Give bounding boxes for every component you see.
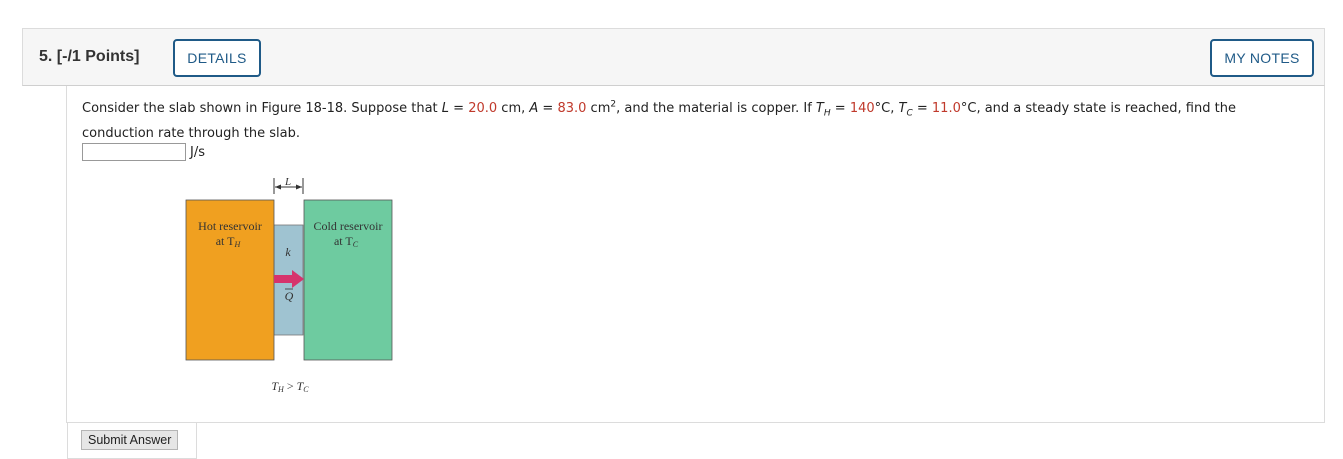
equals-sign: = (912, 101, 932, 116)
heat-flow-arrow-shaft (274, 275, 294, 283)
submit-answer-button[interactable]: Submit Answer (81, 430, 179, 450)
area-value: 83.0 (557, 101, 587, 116)
question-number: 5. (39, 48, 53, 65)
relation-operator: > (284, 379, 297, 393)
area-unit: cm (586, 101, 611, 116)
variable-th: T (815, 101, 824, 116)
cold-reservoir-temp-sub: C (353, 240, 359, 249)
l-arrow-left (275, 184, 281, 190)
slab-diagram: L Hot reservoir at TH Cold reservoir at … (185, 176, 393, 394)
details-button[interactable]: DETAILS (173, 39, 261, 77)
slab-figure: L Hot reservoir at TH Cold reservoir at … (180, 172, 410, 408)
question-text-part: , and the material is copper. If (616, 101, 816, 116)
question-text-part: Consider the slab shown in Figure 18-18.… (82, 101, 442, 116)
hot-temp-unit: °C, (874, 101, 899, 116)
answer-input[interactable] (82, 143, 186, 161)
cold-reservoir-temp-text: at T (334, 234, 353, 248)
question-text: Consider the slab shown in Figure 18-18.… (82, 96, 1302, 146)
cold-reservoir-label: Cold reservoir (314, 219, 383, 233)
variable-th-subscript: H (823, 108, 831, 119)
temperature-relation: TH > TC (271, 379, 309, 394)
length-value: 20.0 (468, 101, 498, 116)
variable-a: A (529, 101, 539, 116)
l-arrow-right (296, 184, 302, 190)
my-notes-button[interactable]: MY NOTES (1210, 39, 1314, 77)
equals-sign: = (449, 101, 469, 116)
variable-l: L (441, 101, 450, 116)
cold-temp-unit: °C (960, 101, 977, 116)
equals-sign: = (538, 101, 558, 116)
question-header: 5. [-/1 Points] DETAILS MY NOTES (22, 28, 1325, 86)
answer-unit: J/s (190, 144, 205, 160)
conductivity-label: k (285, 245, 291, 259)
answer-row: J/s (82, 143, 205, 161)
hot-reservoir-temp-text: at T (216, 234, 235, 248)
question-title: 5. [-/1 Points] (39, 48, 139, 66)
relation-b-sub: C (303, 385, 309, 394)
length-unit: cm, (497, 101, 530, 116)
l-label: L (284, 176, 291, 188)
heat-flow-label: Q (285, 289, 294, 303)
question-points: [-/1 Points] (56, 48, 140, 65)
hot-reservoir-label: Hot reservoir (198, 219, 262, 233)
cold-temp-value: 11.0 (931, 101, 961, 116)
equals-sign: = (830, 101, 850, 116)
hot-temp-value: 140 (849, 101, 875, 116)
